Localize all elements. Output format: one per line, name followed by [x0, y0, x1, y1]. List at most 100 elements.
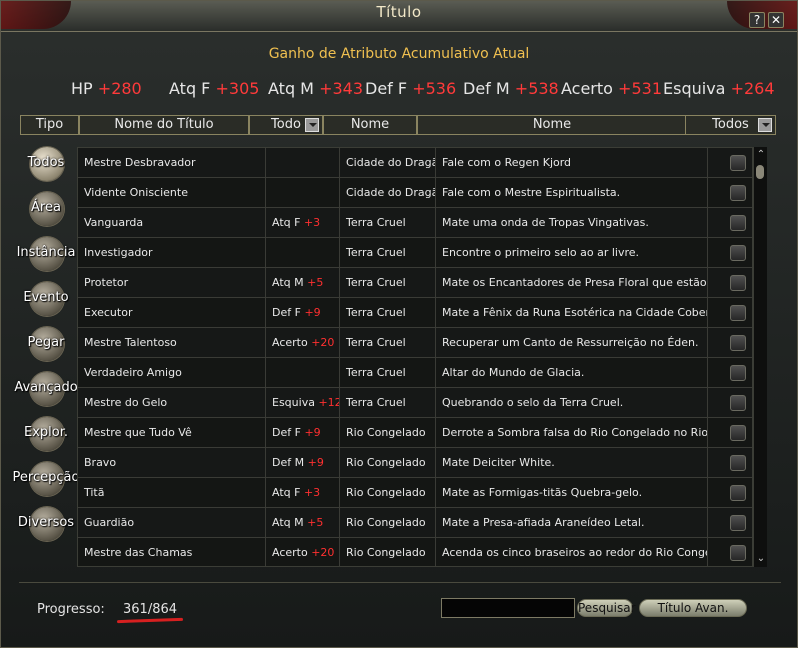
- tab-diversos[interactable]: Diversos: [15, 507, 77, 543]
- attribute-gain-title: Ganho de Atributo Acumulativo Atual: [268, 46, 530, 62]
- row-checkbox[interactable]: [730, 425, 746, 441]
- title-name: Guardião: [78, 508, 266, 537]
- table-row[interactable]: Titã Atq F +3 Rio Congelado Mate as Formiga…: [78, 478, 752, 508]
- title-description: Mate a Presa-afiada Araneídeo Letal.: [436, 508, 708, 537]
- help-button[interactable]: ?: [749, 12, 765, 28]
- scroll-down-icon[interactable]: ⌄: [756, 554, 766, 564]
- table-row[interactable]: Verdadeiro Amigo Terra Cruel Altar do Mun…: [78, 358, 752, 388]
- window-title: Título: [376, 3, 422, 21]
- tab-avancado[interactable]: Avançado: [14, 372, 78, 408]
- row-checkbox[interactable]: [730, 395, 746, 411]
- row-checkbox[interactable]: [730, 515, 746, 531]
- table-row[interactable]: Executor Def F +9 Terra Cruel Mate a Fênix …: [78, 298, 752, 328]
- title-attribute: Atq F +3: [266, 478, 340, 507]
- tab-evento[interactable]: Evento: [15, 282, 77, 318]
- title-description: Mate as Formigas-titãs Quebra-gelo.: [436, 478, 708, 507]
- row-checkbox[interactable]: [730, 245, 746, 261]
- stat-atq-m: Atq M +343: [268, 79, 364, 98]
- tab-instancia[interactable]: Instância: [15, 237, 77, 273]
- row-checkbox[interactable]: [730, 305, 746, 321]
- table-scrollbar[interactable]: ⌃ ⌄: [753, 147, 767, 567]
- table-row[interactable]: Vanguarda Atq F +3 Terra Cruel Mate uma ond…: [78, 208, 752, 238]
- row-checkbox[interactable]: [730, 335, 746, 351]
- scroll-thumb[interactable]: [756, 165, 764, 179]
- title-attribute: [266, 148, 340, 177]
- title-description: Mate a Fênix da Runa Esotérica na Cidade…: [436, 298, 708, 327]
- table-row[interactable]: Mestre que Tudo Vê Def F +9 Rio Congelado D…: [78, 418, 752, 448]
- title-map: Rio Congelado: [340, 448, 436, 477]
- header-tipo: Tipo: [20, 115, 79, 135]
- title-attribute: Acerto +20: [266, 538, 340, 566]
- title-description: Recuperar um Canto de Ressurreição no Éd…: [436, 328, 708, 357]
- advanced-title-button[interactable]: Título Avan.: [639, 599, 747, 617]
- title-name: Vidente Onisciente: [78, 178, 266, 207]
- title-attribute: [266, 358, 340, 387]
- row-checkbox[interactable]: [730, 275, 746, 291]
- stat-acerto: Acerto +531: [561, 79, 662, 98]
- title-map: Terra Cruel: [340, 328, 436, 357]
- tab-percepcao[interactable]: Percepção: [13, 462, 79, 498]
- footer: Progresso: 361/864 Pesquisar Título Avan…: [19, 582, 781, 639]
- chevron-down-icon[interactable]: [305, 118, 319, 132]
- scroll-up-icon[interactable]: ⌃: [756, 150, 766, 160]
- header-nome-titulo: Nome do Título: [79, 115, 249, 135]
- row-checkbox[interactable]: [730, 455, 746, 471]
- header-todos-filter[interactable]: Todos: [685, 115, 776, 135]
- table-row[interactable]: Mestre Desbravador Cidade do Dragão Fale …: [78, 148, 752, 178]
- header-todo-filter[interactable]: Todo: [249, 115, 323, 135]
- close-button[interactable]: ✕: [768, 12, 784, 28]
- title-description: Quebrando o selo da Terra Cruel.: [436, 388, 708, 417]
- stat-def-f: Def F +536: [365, 79, 457, 98]
- chevron-down-icon[interactable]: [758, 118, 772, 132]
- table-row[interactable]: Mestre das Chamas Acerto +20 Rio Congelado…: [78, 538, 752, 566]
- table-row[interactable]: Vidente Onisciente Cidade do Dragão Fale …: [78, 178, 752, 208]
- table-row[interactable]: Bravo Def M +9 Rio Congelado Mate Deiciter …: [78, 448, 752, 478]
- row-checkbox[interactable]: [730, 365, 746, 381]
- title-name: Investigador: [78, 238, 266, 267]
- title-name: Mestre que Tudo Vê: [78, 418, 266, 447]
- progress-label: Progresso:: [37, 602, 105, 617]
- row-checkbox[interactable]: [730, 485, 746, 501]
- table-row[interactable]: Mestre Talentoso Acerto +20 Terra Cruel Rec…: [78, 328, 752, 358]
- progress-value: 361/864: [123, 602, 178, 617]
- red-underline-annotation: [116, 617, 184, 624]
- search-input[interactable]: [441, 598, 575, 618]
- tab-todos[interactable]: Todos: [15, 147, 77, 183]
- title-description: Mate uma onda de Tropas Vingativas.: [436, 208, 708, 237]
- title-attribute: Atq F +3: [266, 208, 340, 237]
- title-map: Rio Congelado: [340, 508, 436, 537]
- title-name: Executor: [78, 298, 266, 327]
- title-name: Verdadeiro Amigo: [78, 358, 266, 387]
- title-name: Titã: [78, 478, 266, 507]
- tab-pegar[interactable]: Pegar: [15, 327, 77, 363]
- row-checkbox[interactable]: [730, 545, 746, 561]
- table-row[interactable]: Guardião Atq M +5 Rio Congelado Mate a Pres…: [78, 508, 752, 538]
- tab-area[interactable]: Área: [15, 192, 77, 228]
- title-name: Vanguarda: [78, 208, 266, 237]
- table-row[interactable]: Investigador Terra Cruel Encontre o prime…: [78, 238, 752, 268]
- header-todo-label: Todo: [271, 117, 301, 132]
- stat-hp: HP +280: [71, 79, 142, 98]
- title-bar[interactable]: Título ? ✕: [1, 1, 797, 32]
- title-map: Terra Cruel: [340, 358, 436, 387]
- title-description: Altar do Mundo de Glacia.: [436, 358, 708, 387]
- title-description: Acenda os cinco braseiros ao redor do Ri…: [436, 538, 708, 566]
- title-name: Mestre das Chamas: [78, 538, 266, 566]
- title-attribute: [266, 238, 340, 267]
- stat-esquiva: Esquiva +264: [663, 79, 775, 98]
- title-attribute: Def F +9: [266, 298, 340, 327]
- tab-explor[interactable]: Explor.: [15, 417, 77, 453]
- table-row[interactable]: Protetor Atq M +5 Terra Cruel Mate os Encan…: [78, 268, 752, 298]
- header-nome-descricao: Nome: [417, 115, 687, 135]
- search-button[interactable]: Pesquisar: [577, 599, 636, 617]
- row-checkbox[interactable]: [730, 215, 746, 231]
- title-attribute: Atq M +5: [266, 508, 340, 537]
- title-map: Rio Congelado: [340, 418, 436, 447]
- title-name: Mestre do Gelo: [78, 388, 266, 417]
- title-name: Mestre Talentoso: [78, 328, 266, 357]
- table-row[interactable]: Mestre do Gelo Esquiva +12 Terra Cruel Queb…: [78, 388, 752, 418]
- title-map: Terra Cruel: [340, 298, 436, 327]
- row-checkbox[interactable]: [730, 185, 746, 201]
- row-checkbox[interactable]: [730, 155, 746, 171]
- title-attribute: Esquiva +12: [266, 388, 340, 417]
